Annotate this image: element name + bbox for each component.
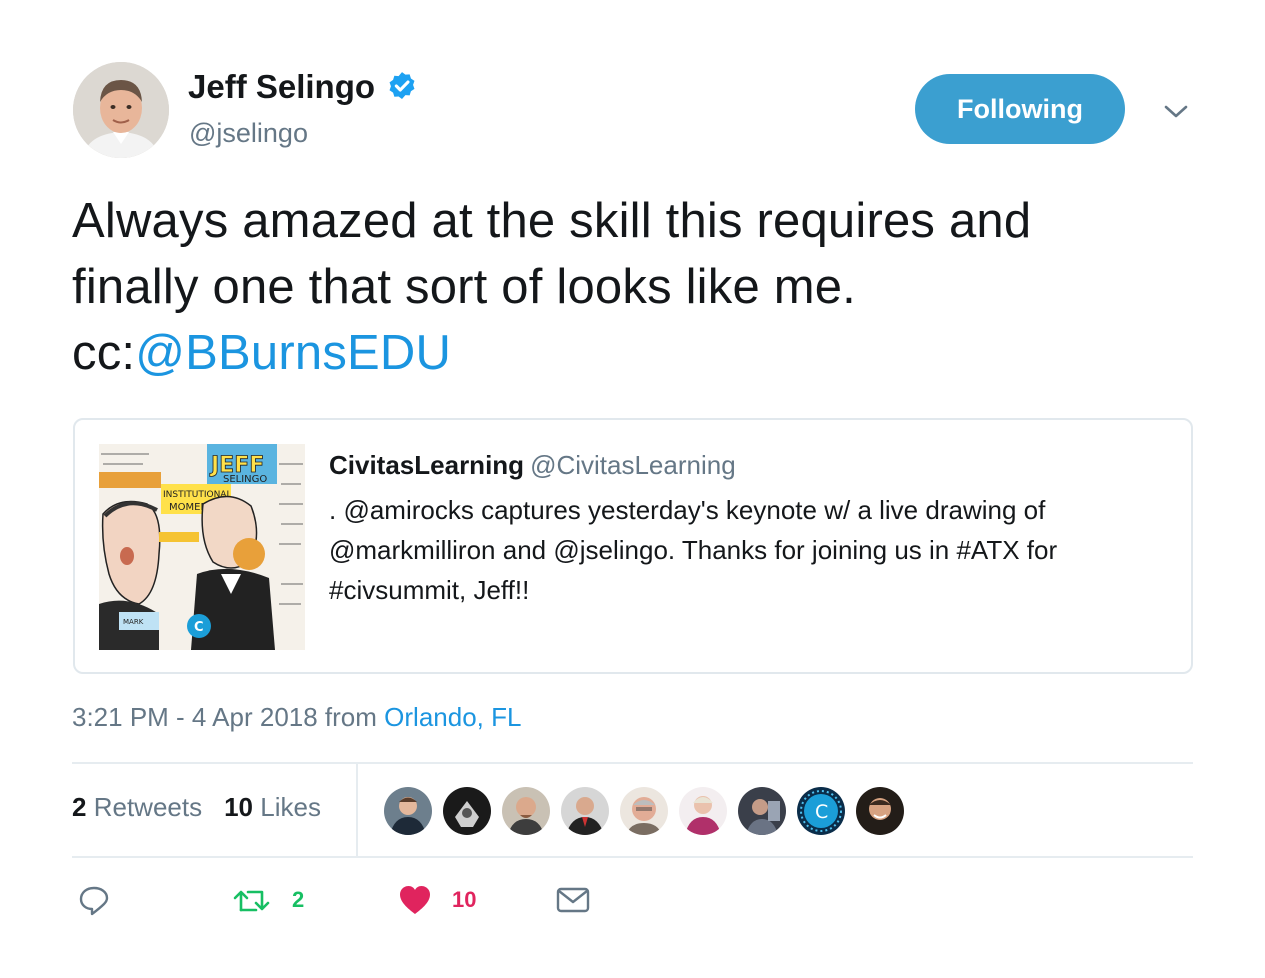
sketchnote-drawing: JEFF SELINGO INSTITUTIONAL MOMENTUM MARK… — [99, 444, 305, 650]
author-avatar[interactable] — [73, 62, 169, 158]
quoted-text-line: @markmilliron and @jselingo. Thanks for … — [329, 535, 1058, 565]
divider — [72, 856, 1193, 858]
quoted-author-handle[interactable]: @CivitasLearning — [530, 450, 736, 480]
avatar-image — [443, 787, 491, 835]
liker-avatar[interactable] — [384, 787, 432, 835]
retweets-count: 2 — [72, 792, 87, 822]
tweet-actions: 2 10 — [78, 884, 678, 924]
liker-avatar[interactable] — [738, 787, 786, 835]
quoted-tweet-author[interactable]: CivitasLearning @CivitasLearning — [329, 450, 736, 481]
liker-avatars: C — [384, 787, 904, 835]
like-action[interactable]: 10 — [398, 884, 476, 916]
avatar-image — [738, 787, 786, 835]
tweet-text-line: finally one that sort of looks like me. — [72, 260, 857, 314]
envelope-icon[interactable] — [556, 884, 590, 916]
tweet-text: Always amazed at the skill this requires… — [72, 188, 1212, 386]
quoted-author-name[interactable]: CivitasLearning — [329, 450, 524, 480]
avatar-image — [384, 787, 432, 835]
direct-message-action[interactable] — [556, 884, 590, 916]
svg-text:C: C — [194, 620, 204, 635]
chevron-down-icon[interactable] — [1160, 95, 1192, 127]
stats-divider — [356, 763, 358, 857]
retweet-icon[interactable] — [232, 884, 272, 916]
tweet-timestamp[interactable]: 3:21 PM - 4 Apr 2018 from — [72, 702, 384, 732]
heart-icon[interactable] — [398, 884, 432, 916]
location-link[interactable]: Orlando, FL — [384, 702, 521, 732]
tweet-text-line: Always amazed at the skill this requires… — [72, 194, 1032, 248]
quoted-tweet-text: . @amirocks captures yesterday's keynote… — [329, 490, 1169, 610]
likes-label: Likes — [260, 792, 321, 822]
avatar-image — [561, 787, 609, 835]
avatar-image: C — [797, 787, 845, 835]
liker-avatar[interactable] — [502, 787, 550, 835]
following-button[interactable]: Following — [915, 74, 1125, 144]
tweet-text-prefix: cc: — [72, 326, 136, 380]
retweet-action[interactable]: 2 — [232, 884, 304, 916]
liker-avatar[interactable] — [856, 787, 904, 835]
likes-count: 10 — [224, 792, 254, 822]
liker-avatar[interactable] — [620, 787, 668, 835]
reply-action[interactable] — [78, 884, 110, 916]
avatar-image — [502, 787, 550, 835]
reply-icon[interactable] — [78, 884, 110, 916]
like-count: 10 — [452, 887, 477, 912]
svg-text:C: C — [815, 801, 828, 823]
verified-badge-icon — [389, 72, 415, 100]
tweet-metadata: 3:21 PM - 4 Apr 2018 from Orlando, FL — [72, 702, 521, 733]
retweets-label: Retweets — [93, 792, 203, 822]
tweet-stats: 2 Retweets 10 Likes — [72, 792, 321, 823]
avatar-image — [620, 787, 668, 835]
quoted-tweet-image[interactable]: JEFF SELINGO INSTITUTIONAL MOMENTUM MARK… — [99, 444, 305, 650]
divider — [72, 762, 1193, 764]
liker-avatar[interactable] — [679, 787, 727, 835]
author-name-row[interactable]: Jeff Selingo — [188, 68, 419, 106]
quoted-tweet-card[interactable]: JEFF SELINGO INSTITUTIONAL MOMENTUM MARK… — [73, 418, 1193, 674]
likes-stat[interactable]: 10 Likes — [224, 792, 321, 823]
liker-avatar[interactable] — [443, 787, 491, 835]
mention-link[interactable]: @BBurnsEDU — [135, 326, 451, 380]
avatar-image — [679, 787, 727, 835]
tweet-text-line: cc:@BBurnsEDU — [72, 320, 1212, 386]
author-avatar-image — [73, 62, 169, 158]
quoted-text-line: #civsummit, Jeff!! — [329, 575, 530, 605]
quoted-text-line: . @amirocks captures yesterday's keynote… — [329, 495, 1046, 525]
retweets-stat[interactable]: 2 Retweets — [72, 792, 202, 823]
liker-avatar[interactable] — [561, 787, 609, 835]
svg-text:SELINGO: SELINGO — [223, 474, 267, 485]
svg-text:MARK: MARK — [123, 618, 144, 626]
author-handle[interactable]: @jselingo — [189, 118, 308, 149]
author-name[interactable]: Jeff Selingo — [188, 68, 375, 106]
liker-avatar[interactable]: C — [797, 787, 845, 835]
avatar-image — [856, 787, 904, 835]
retweet-count: 2 — [292, 887, 305, 912]
